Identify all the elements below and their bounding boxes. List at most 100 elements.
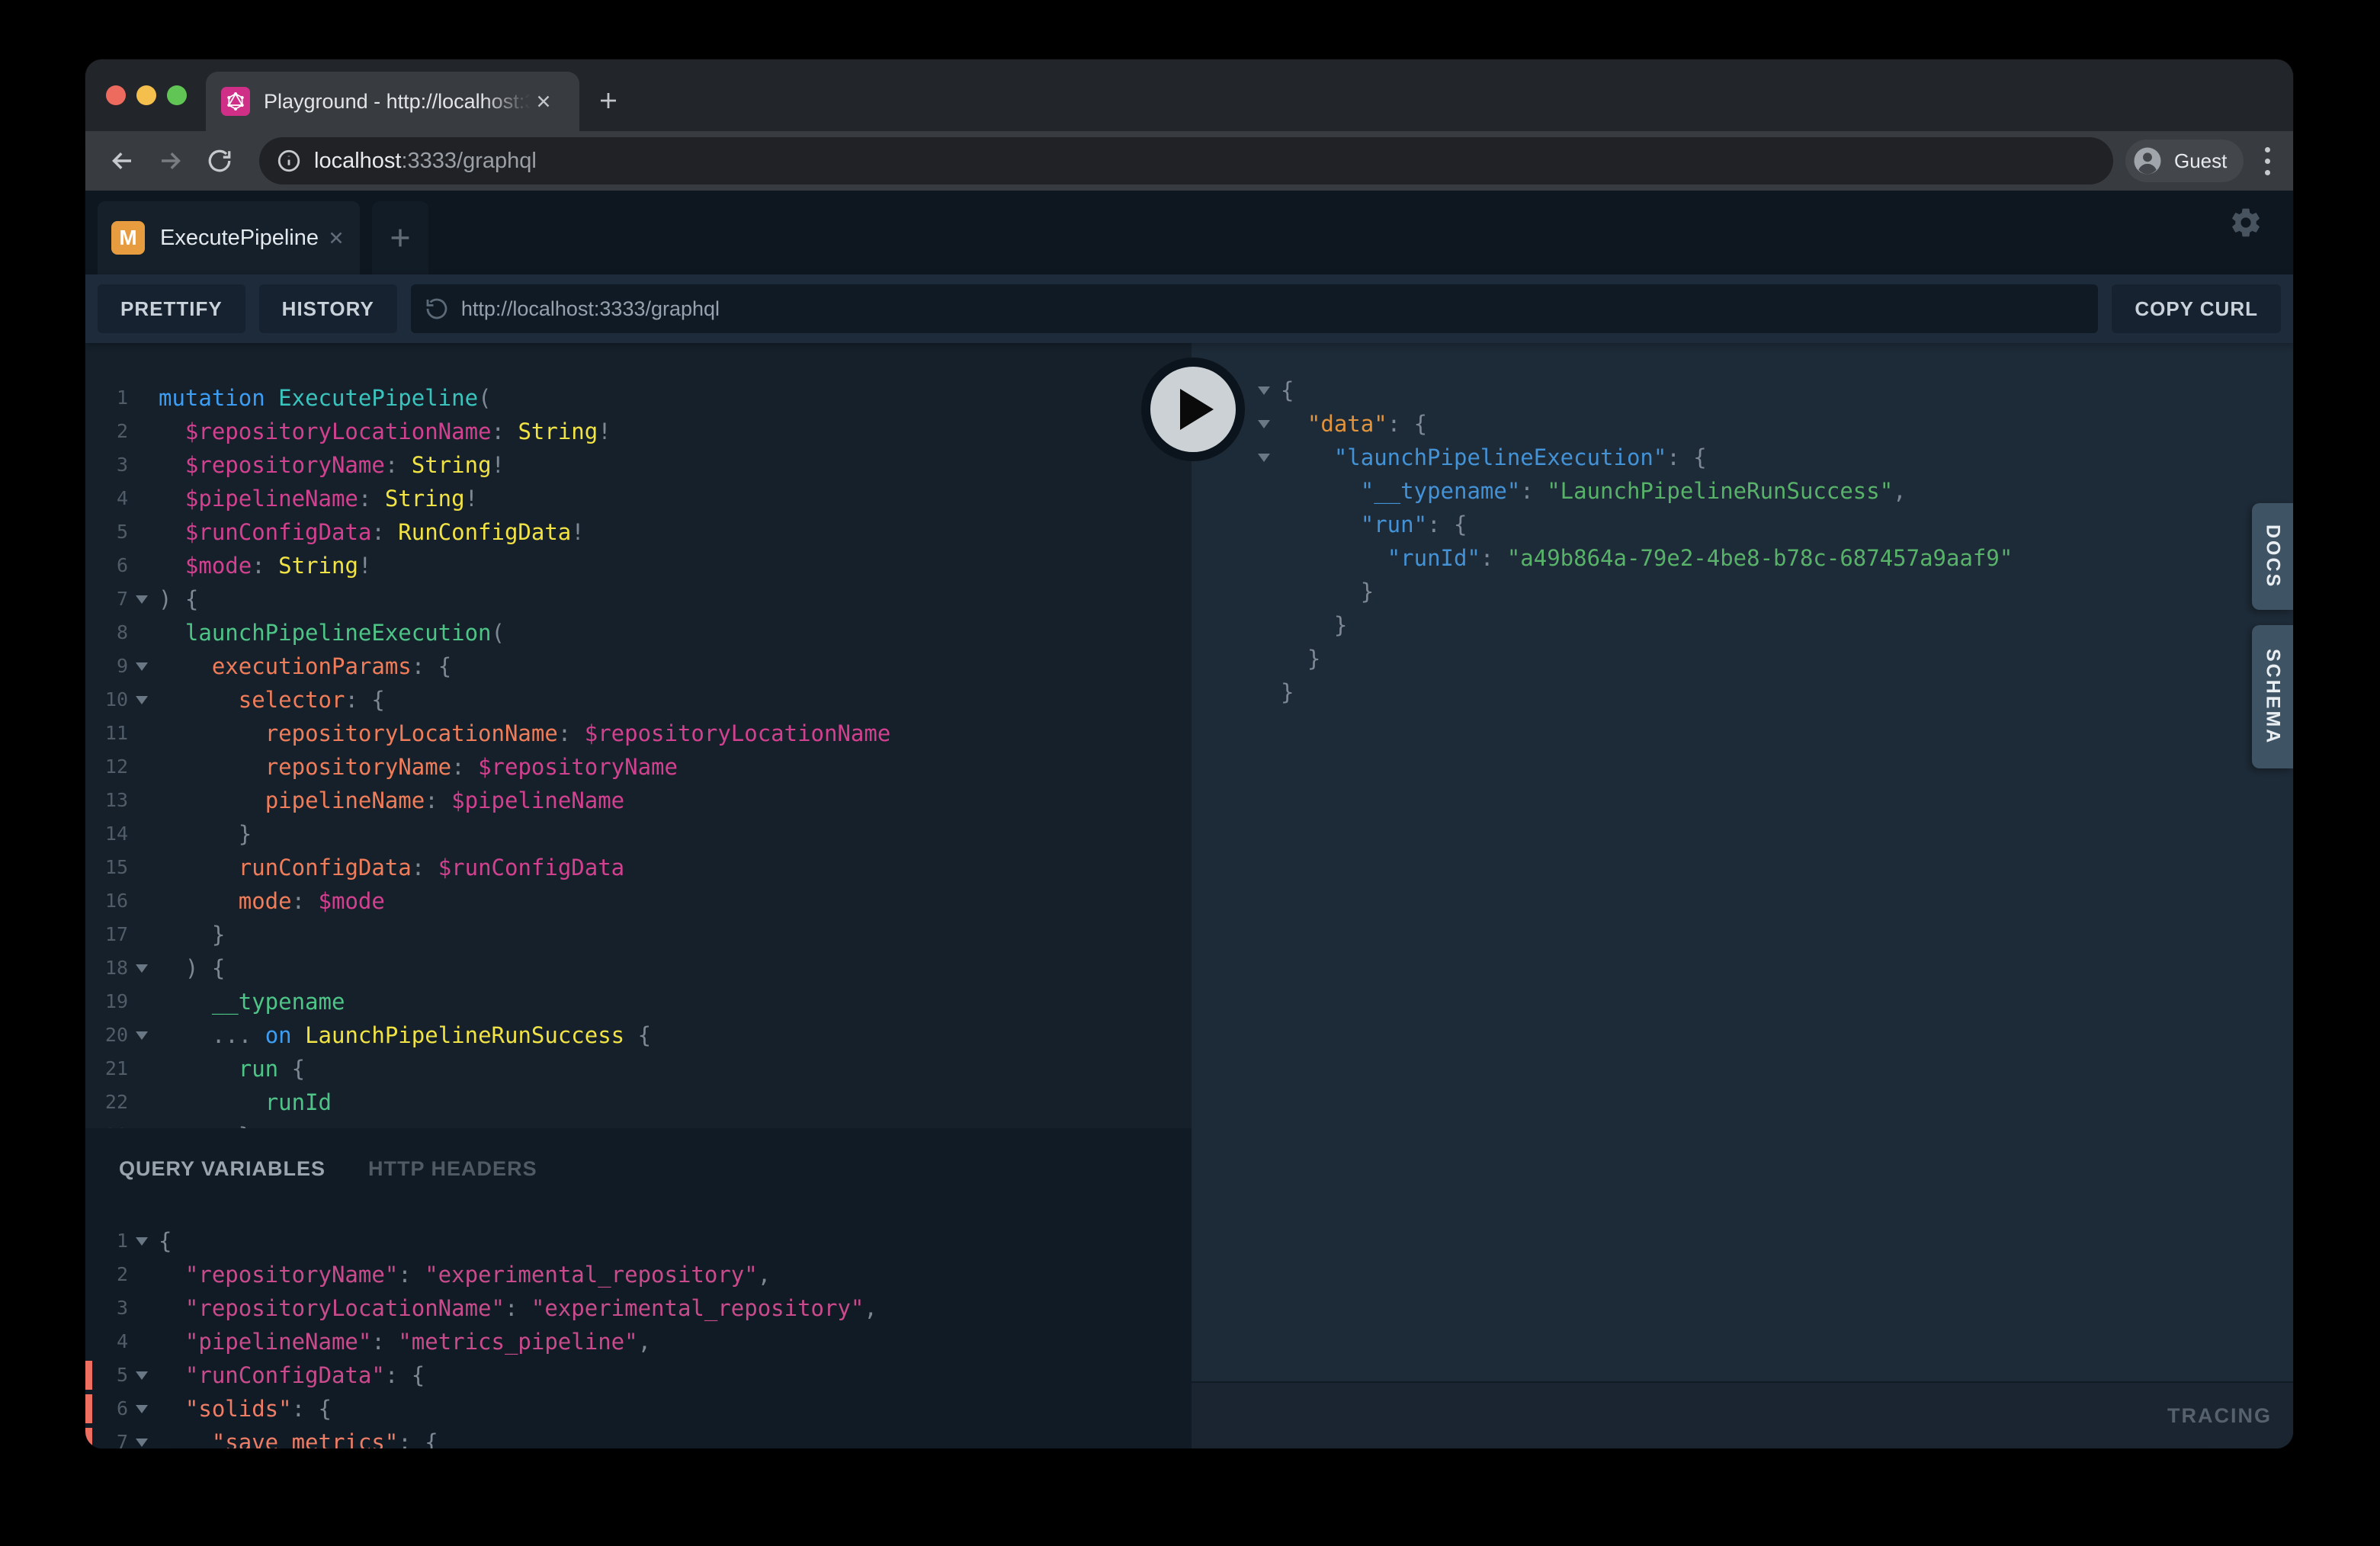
line-number: 10 (85, 683, 128, 717)
url-text: localhost:3333/graphql (314, 149, 537, 174)
code-line: 2 "repositoryName": "experimental_reposi… (85, 1258, 1192, 1291)
line-number: 1 (85, 381, 128, 415)
window-minimize-button[interactable] (136, 85, 156, 105)
code-text: "solids": { (159, 1392, 1192, 1426)
fold-toggle-icon[interactable] (128, 1358, 159, 1392)
fold-toggle-icon[interactable] (128, 650, 159, 683)
history-button[interactable]: HISTORY (259, 284, 397, 333)
code-text: "pipelineName": "metrics_pipeline", (159, 1325, 1192, 1358)
playground-tab-close-icon[interactable] (326, 228, 346, 248)
fold-column (128, 482, 159, 515)
code-line: 9 executionParams: { (85, 650, 1192, 683)
code-line: 20 ... on LaunchPipelineRunSuccess { (85, 1018, 1192, 1052)
schema-side-tab[interactable]: SCHEMA (2252, 625, 2293, 768)
fold-column (1258, 474, 1281, 508)
fold-column (128, 1258, 159, 1291)
code-line: 19 __typename (85, 985, 1192, 1018)
browser-tab[interactable]: Playground - http://localhost:3 (206, 72, 579, 131)
code-line: { (1258, 374, 2293, 407)
code-line: } (1258, 642, 2293, 675)
browser-menu-icon[interactable] (2250, 144, 2284, 178)
code-line: 6 $mode: String! (85, 549, 1192, 582)
query-editor[interactable]: 1mutation ExecutePipeline(2 $repositoryL… (85, 343, 1192, 1128)
fold-toggle-icon[interactable] (128, 951, 159, 985)
fold-toggle-icon[interactable] (128, 1018, 159, 1052)
copy-curl-button[interactable]: COPY CURL (2112, 284, 2281, 333)
fold-column (128, 1325, 159, 1358)
fold-toggle-icon[interactable] (128, 1224, 159, 1258)
code-text: launchPipelineExecution( (159, 616, 1192, 650)
code-line: } (1258, 675, 2293, 709)
code-text: "data": { (1281, 407, 2293, 441)
prettify-button[interactable]: PRETTIFY (98, 284, 245, 333)
line-number: 18 (85, 951, 128, 985)
new-tab-button[interactable] (589, 81, 628, 120)
code-line: 13 pipelineName: $pipelineName (85, 784, 1192, 817)
fold-column (128, 381, 159, 415)
line-number: 11 (85, 717, 128, 750)
playground-tab-executepipeline[interactable]: M ExecutePipeline (98, 201, 360, 274)
code-text: "__typename": "LaunchPipelineRunSuccess"… (1281, 474, 2293, 508)
fold-column (128, 784, 159, 817)
fold-toggle-icon[interactable] (128, 1426, 159, 1448)
url-domain: localhost (314, 149, 401, 173)
reload-icon[interactable] (203, 144, 236, 178)
graphql-playground: M ExecutePipeline PRETTIFY (85, 191, 2293, 1448)
response-pane: { "data": { "launchPipelineExecution": {… (1192, 343, 2293, 1448)
code-text: pipelineName: $pipelineName (159, 784, 1192, 817)
window-close-button[interactable] (106, 85, 126, 105)
line-number: 14 (85, 817, 128, 851)
code-line: 10 selector: { (85, 683, 1192, 717)
code-line: "__typename": "LaunchPipelineRunSuccess"… (1258, 474, 2293, 508)
url-path: :3333/graphql (401, 149, 536, 173)
fold-column (128, 415, 159, 448)
line-number: 19 (85, 985, 128, 1018)
query-variables-tab[interactable]: QUERY VARIABLES (119, 1157, 326, 1181)
fold-toggle-icon[interactable] (128, 1392, 159, 1426)
line-number: 12 (85, 750, 128, 784)
playground-new-tab-button[interactable] (372, 201, 428, 274)
profile-button[interactable]: Guest (2125, 140, 2244, 182)
line-number: 1 (85, 1224, 128, 1258)
tab-close-icon[interactable] (534, 91, 553, 111)
docs-side-tab[interactable]: DOCS (2252, 503, 2293, 610)
code-line: 5 "runConfigData": { (85, 1358, 1192, 1392)
code-line: "run": { (1258, 508, 2293, 541)
code-text: repositoryName: $repositoryName (159, 750, 1192, 784)
fold-toggle-icon[interactable] (1258, 441, 1281, 474)
fold-column (1258, 508, 1281, 541)
site-info-icon[interactable] (276, 148, 302, 174)
line-number: 7 (85, 582, 128, 616)
endpoint-input[interactable]: http://localhost:3333/graphql (411, 284, 2099, 333)
fold-column (128, 616, 159, 650)
variables-header: QUERY VARIABLES HTTP HEADERS (119, 1157, 537, 1181)
forward-icon[interactable] (154, 144, 188, 178)
code-line: 1mutation ExecutePipeline( (85, 381, 1192, 415)
code-line: 3 "repositoryLocationName": "experimenta… (85, 1291, 1192, 1325)
back-icon[interactable] (105, 144, 139, 178)
fold-toggle-icon[interactable] (128, 582, 159, 616)
code-line: 4 $pipelineName: String! (85, 482, 1192, 515)
window-zoom-button[interactable] (167, 85, 187, 105)
browser-titlebar: Playground - http://localhost:3 (85, 59, 2293, 131)
code-line: 21 run { (85, 1052, 1192, 1086)
fold-toggle-icon[interactable] (1258, 374, 1281, 407)
line-number: 4 (85, 1325, 128, 1358)
tracing-bar[interactable]: TRACING (1192, 1381, 2293, 1448)
fold-column (128, 549, 159, 582)
code-line: 3 $repositoryName: String! (85, 448, 1192, 482)
execute-play-button[interactable] (1141, 358, 1245, 461)
code-text: repositoryLocationName: $repositoryLocat… (159, 717, 1192, 750)
code-text: "runConfigData": { (159, 1358, 1192, 1392)
settings-gear-icon[interactable] (2229, 206, 2263, 239)
address-bar[interactable]: localhost:3333/graphql (259, 137, 2113, 184)
fold-column (128, 515, 159, 549)
query-variables-pane[interactable]: QUERY VARIABLES HTTP HEADERS 1{2 "reposi… (85, 1128, 1192, 1448)
code-line: 17 } (85, 918, 1192, 951)
http-headers-tab[interactable]: HTTP HEADERS (368, 1157, 537, 1181)
play-icon (1180, 389, 1214, 430)
code-text: mode: $mode (159, 884, 1192, 918)
code-text: runConfigData: $runConfigData (159, 851, 1192, 884)
fold-toggle-icon[interactable] (128, 683, 159, 717)
fold-toggle-icon[interactable] (1258, 407, 1281, 441)
